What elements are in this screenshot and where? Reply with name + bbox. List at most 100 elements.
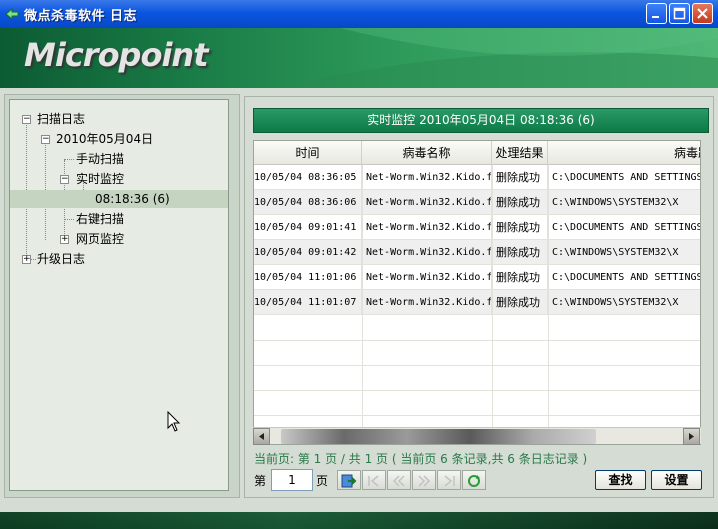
banner: Micropoint — [0, 28, 718, 88]
tree-item-scan-log[interactable]: 扫描日志 — [37, 110, 85, 128]
go-page-button[interactable] — [337, 470, 361, 490]
prev-page-icon — [392, 475, 405, 487]
tree-item-web-monitor[interactable]: 网页监控 — [76, 230, 124, 248]
monitor-header: 实时监控 2010年05月04日 08:18:36 (6) — [253, 108, 709, 133]
close-icon — [697, 8, 708, 19]
scroll-right-button[interactable] — [683, 428, 700, 445]
find-button[interactable]: 查找 — [595, 470, 646, 490]
table-cell-result: 删除成功 — [492, 240, 548, 265]
table-cell-name: Net-Worm.Win32.Kido.f — [362, 190, 492, 215]
minimize-button[interactable] — [646, 3, 667, 24]
table-cell-path: C:\WINDOWS\SYSTEM32\X — [548, 290, 700, 315]
table-row[interactable]: 10/05/04 09:01:41 Net-Worm.Win32.Kido.f 删除… — [254, 215, 700, 240]
first-page-icon — [368, 475, 379, 487]
grid-line — [362, 165, 363, 444]
page-label-prefix: 第 — [254, 474, 267, 488]
tree-item-realtime-monitor[interactable]: 实时监控 — [76, 170, 124, 188]
settings-button[interactable]: 设置 — [651, 470, 702, 490]
grid-line — [254, 365, 700, 366]
arrow-right-icon — [689, 433, 694, 440]
log-window: 微点杀毒软件 日志 Micropoint − 扫描日志 − 2010年05月04… — [0, 0, 718, 529]
scroll-thumb[interactable] — [281, 429, 596, 444]
table-cell-name: Net-Worm.Win32.Kido.f — [362, 215, 492, 240]
scroll-left-button[interactable] — [253, 428, 270, 445]
table-cell-result: 删除成功 — [492, 165, 548, 190]
first-page-button[interactable] — [362, 470, 386, 490]
table-cell-result: 删除成功 — [492, 215, 548, 240]
refresh-icon — [468, 475, 480, 487]
refresh-button[interactable] — [462, 470, 486, 490]
page-info: 当前页: 第 1 页 / 共 1 页 ( 当前页 6 条记录,共 6 条日志记录… — [254, 452, 588, 466]
table-cell-path: C:\WINDOWS\SYSTEM32\X — [548, 190, 700, 215]
log-tree: − 扫描日志 − 2010年05月04日 手动扫描 − 实时监控 08:18:3… — [9, 99, 229, 491]
next-page-button[interactable] — [412, 470, 436, 490]
last-page-button[interactable] — [437, 470, 461, 490]
expand-icon[interactable]: + — [60, 235, 69, 244]
table-cell-name: Net-Worm.Win32.Kido.f — [362, 165, 492, 190]
micropoint-logo: Micropoint — [24, 36, 208, 74]
table-row[interactable]: 10/05/04 09:01:42 Net-Worm.Win32.Kido.f 删除… — [254, 240, 700, 265]
close-button[interactable] — [692, 3, 713, 24]
table-row[interactable]: 10/05/04 11:01:06 Net-Worm.Win32.Kido.f 删除… — [254, 265, 700, 290]
maximize-button[interactable] — [669, 3, 690, 24]
app-icon — [5, 7, 19, 21]
table-cell-result: 删除成功 — [492, 190, 548, 215]
column-header-result[interactable]: 处理结果 — [492, 141, 548, 165]
tree-item-upgrade-log[interactable]: 升级日志 — [37, 250, 85, 268]
column-header-virus-path[interactable]: 病毒路径 — [548, 141, 700, 165]
maximize-icon — [673, 7, 686, 20]
page-number-input[interactable] — [271, 469, 313, 491]
grid-line — [492, 165, 493, 444]
tree-item-date[interactable]: 2010年05月04日 — [56, 130, 153, 148]
banner-swoosh — [280, 28, 718, 88]
next-page-icon — [418, 475, 431, 487]
table-cell-path: C:\DOCUMENTS AND SETTINGS — [548, 215, 700, 240]
arrow-left-icon — [259, 433, 264, 440]
page-label-suffix: 页 — [316, 474, 329, 488]
table-cell-path: C:\DOCUMENTS AND SETTINGS — [548, 165, 700, 190]
tree-item-manual-scan[interactable]: 手动扫描 — [76, 150, 124, 168]
table-cell-name: Net-Worm.Win32.Kido.f — [362, 290, 492, 315]
table-cell-name: Net-Worm.Win32.Kido.f — [362, 240, 492, 265]
tree-item-time-entry[interactable]: 08:18:36 (6) — [10, 190, 228, 208]
table-cell-time: 10/05/04 08:36:05 — [254, 165, 362, 190]
taskbar-glow — [0, 512, 718, 529]
column-header-time[interactable]: 时间 — [254, 141, 362, 165]
table-cell-result: 删除成功 — [492, 290, 548, 315]
table-cell-result: 删除成功 — [492, 265, 548, 290]
table-cell-time: 10/05/04 09:01:42 — [254, 240, 362, 265]
window-title: 微点杀毒软件 日志 — [24, 9, 138, 24]
grid-line — [254, 415, 700, 416]
last-page-icon — [444, 475, 455, 487]
expand-icon[interactable]: + — [22, 255, 31, 264]
column-header-virus-name[interactable]: 病毒名称 — [362, 141, 492, 165]
table-cell-time: 10/05/04 11:01:06 — [254, 265, 362, 290]
table-cell-name: Net-Worm.Win32.Kido.f — [362, 265, 492, 290]
collapse-icon[interactable]: − — [60, 175, 69, 184]
table-cell-path: C:\WINDOWS\SYSTEM32\X — [548, 240, 700, 265]
collapse-icon[interactable]: − — [22, 115, 31, 124]
table-header: 时间 病毒名称 处理结果 病毒路径 — [254, 141, 700, 165]
table-cell-time: 10/05/04 08:36:06 — [254, 190, 362, 215]
minimize-icon — [652, 16, 659, 18]
collapse-icon[interactable]: − — [41, 135, 50, 144]
grid-line — [254, 390, 700, 391]
mouse-cursor-icon — [167, 411, 181, 432]
log-table[interactable]: 时间 病毒名称 处理结果 病毒路径 10/05/04 08:36:05Net-W… — [253, 140, 701, 445]
tree-item-right-click-scan[interactable]: 右键扫描 — [76, 210, 124, 228]
grid-line — [254, 340, 700, 341]
go-page-icon — [341, 474, 357, 488]
table-row[interactable]: 10/05/04 08:36:05 Net-Worm.Win32.Kido.f 删除… — [254, 165, 700, 190]
taskbar — [0, 512, 718, 529]
prev-page-button[interactable] — [387, 470, 411, 490]
table-row[interactable]: 10/05/04 08:36:06 Net-Worm.Win32.Kido.f 删除… — [254, 190, 700, 215]
title-bar[interactable]: 微点杀毒软件 日志 — [0, 0, 718, 28]
tree-line — [64, 159, 74, 160]
table-row[interactable]: 10/05/04 11:01:07 Net-Worm.Win32.Kido.f 删除… — [254, 290, 700, 315]
grid-line — [548, 165, 549, 444]
horizontal-scrollbar[interactable] — [253, 427, 701, 445]
table-cell-time: 10/05/04 09:01:41 — [254, 215, 362, 240]
tree-line — [64, 219, 74, 220]
table-cell-time: 10/05/04 11:01:07 — [254, 290, 362, 315]
table-cell-path: C:\DOCUMENTS AND SETTINGS — [548, 265, 700, 290]
